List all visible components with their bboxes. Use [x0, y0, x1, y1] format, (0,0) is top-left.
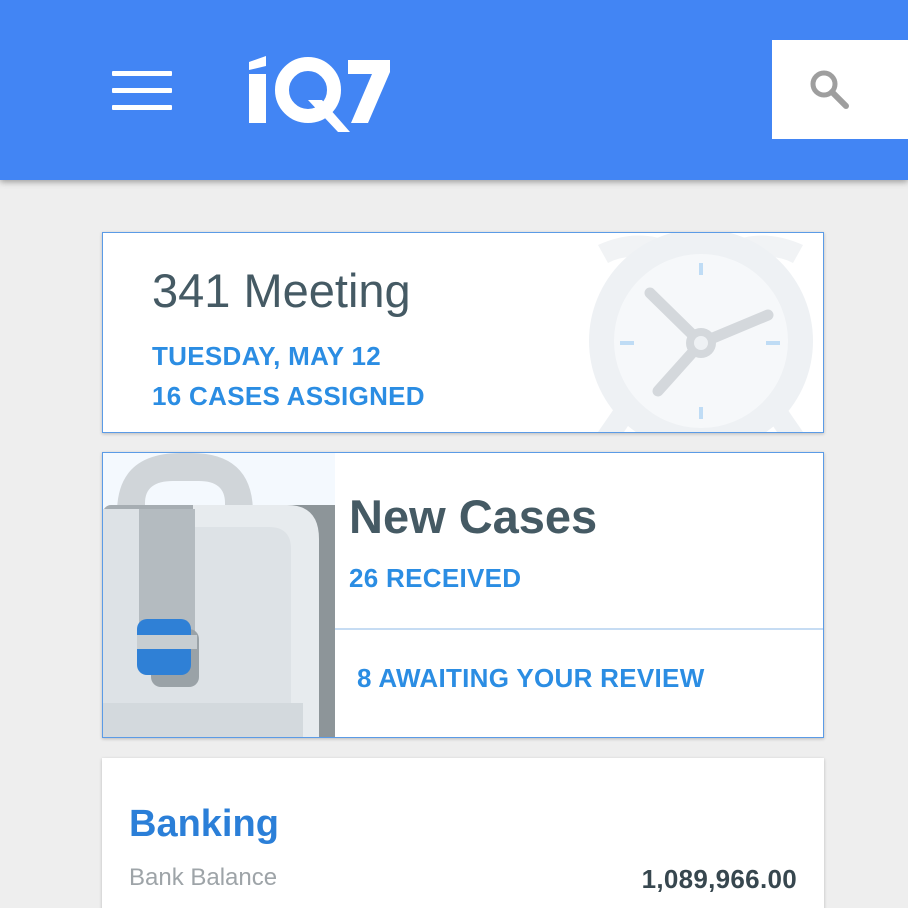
awaiting-review-row[interactable]: 8 AWAITING YOUR REVIEW: [335, 630, 823, 737]
awaiting-review-label: 8 AWAITING YOUR REVIEW: [357, 663, 705, 693]
banking-card[interactable]: Banking Bank Balance 1,089,966.00: [102, 758, 824, 908]
search-icon: [810, 70, 849, 109]
new-cases-title: New Cases: [349, 490, 598, 543]
banking-title: Banking: [129, 803, 279, 845]
meeting-title: 341 Meeting: [152, 264, 411, 317]
iq7-logo: [249, 56, 390, 132]
alarm-clock-icon: [589, 233, 813, 432]
new-cases-received-row[interactable]: New Cases 26 RECEIVED: [335, 453, 823, 628]
cases-received-count: 26 RECEIVED: [349, 563, 522, 593]
briefcase-icon: [103, 453, 335, 737]
new-cases-card: New Cases 26 RECEIVED 8 AWAITING YOUR RE…: [102, 452, 824, 738]
meeting-cases-assigned: 16 CASES ASSIGNED: [152, 381, 425, 411]
app-bar: [0, 0, 908, 180]
menu-button[interactable]: [106, 64, 178, 118]
search-button[interactable]: [772, 40, 908, 139]
bank-balance-label: Bank Balance: [129, 864, 278, 891]
bank-balance-value: 1,089,966.00: [641, 864, 797, 894]
meeting-card[interactable]: 341 Meeting TUESDAY, MAY 12 16 CASES ASS…: [102, 232, 824, 433]
meeting-date: TUESDAY, MAY 12: [152, 341, 381, 371]
